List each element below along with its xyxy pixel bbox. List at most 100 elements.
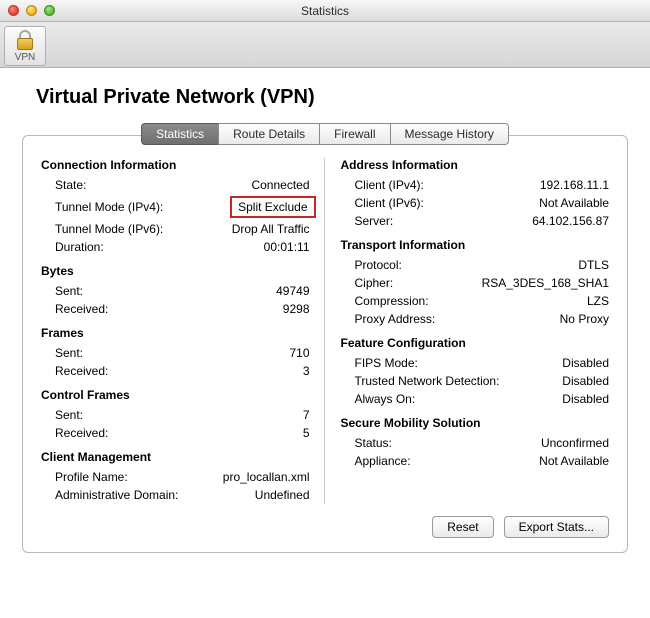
row-tunnel-ipv4: Tunnel Mode (IPv4): Split Exclude	[41, 194, 310, 220]
frames-sent-value: 710	[83, 346, 309, 360]
compression-label: Compression:	[341, 294, 429, 308]
row-protocol: Protocol: DTLS	[341, 256, 610, 274]
proxy-label: Proxy Address:	[341, 312, 436, 326]
row-state: State: Connected	[41, 176, 310, 194]
client-ipv4-value: 192.168.11.1	[424, 178, 609, 192]
tunnel-ipv6-value: Drop All Traffic	[163, 222, 309, 236]
protocol-label: Protocol:	[341, 258, 402, 272]
tab-route-details[interactable]: Route Details	[218, 123, 319, 145]
row-frames-received: Received: 3	[41, 362, 310, 380]
admin-domain-value: Undefined	[178, 488, 309, 502]
cframes-sent-label: Sent:	[41, 408, 83, 422]
section-frames: Frames	[41, 326, 310, 340]
export-stats-button[interactable]: Export Stats...	[504, 516, 609, 538]
window-title: Statistics	[0, 4, 650, 18]
row-client-ipv6: Client (IPv6): Not Available	[341, 194, 610, 212]
profile-name-value: pro_locallan.xml	[128, 470, 310, 484]
state-label: State:	[41, 178, 86, 192]
row-bytes-sent: Sent: 49749	[41, 282, 310, 300]
sm-status-value: Unconfirmed	[392, 436, 609, 450]
row-client-ipv4: Client (IPv4): 192.168.11.1	[341, 176, 610, 194]
frames-received-value: 3	[108, 364, 309, 378]
cframes-received-label: Received:	[41, 426, 108, 440]
sm-appliance-label: Appliance:	[341, 454, 411, 468]
server-value: 64.102.156.87	[393, 214, 609, 228]
row-tnd: Trusted Network Detection: Disabled	[341, 372, 610, 390]
cframes-received-value: 5	[108, 426, 309, 440]
row-cipher: Cipher: RSA_3DES_168_SHA1	[341, 274, 610, 292]
server-label: Server:	[341, 214, 394, 228]
minimize-button[interactable]	[26, 5, 37, 16]
tab-message-history[interactable]: Message History	[390, 123, 509, 145]
section-bytes: Bytes	[41, 264, 310, 278]
window-controls	[8, 5, 55, 16]
toolbar: VPN	[0, 22, 650, 68]
sm-appliance-value: Not Available	[411, 454, 609, 468]
row-frames-sent: Sent: 710	[41, 344, 310, 362]
vpn-toolbar-label: VPN	[15, 52, 36, 63]
row-sm-status: Status: Unconfirmed	[341, 434, 610, 452]
row-admin-domain: Administrative Domain: Undefined	[41, 486, 310, 504]
page-title: Virtual Private Network (VPN)	[36, 86, 628, 109]
fips-value: Disabled	[418, 356, 609, 370]
profile-name-label: Profile Name:	[41, 470, 128, 484]
section-control-frames: Control Frames	[41, 388, 310, 402]
cframes-sent-value: 7	[83, 408, 309, 422]
fips-label: FIPS Mode:	[341, 356, 418, 370]
tunnel-ipv4-value: Split Exclude	[163, 196, 309, 218]
tunnel-ipv4-label: Tunnel Mode (IPv4):	[41, 200, 163, 214]
vpn-toolbar-button[interactable]: VPN	[4, 26, 46, 66]
zoom-button[interactable]	[44, 5, 55, 16]
frames-received-label: Received:	[41, 364, 108, 378]
row-duration: Duration: 00:01:11	[41, 238, 310, 256]
tnd-label: Trusted Network Detection:	[341, 374, 500, 388]
row-bytes-received: Received: 9298	[41, 300, 310, 318]
row-always-on: Always On: Disabled	[341, 390, 610, 408]
close-button[interactable]	[8, 5, 19, 16]
tab-firewall[interactable]: Firewall	[319, 123, 389, 145]
sm-status-label: Status:	[341, 436, 392, 450]
row-sm-appliance: Appliance: Not Available	[341, 452, 610, 470]
bytes-received-label: Received:	[41, 302, 108, 316]
stats-panel: Connection Information State: Connected …	[22, 135, 628, 553]
duration-value: 00:01:11	[104, 240, 310, 254]
row-cframes-sent: Sent: 7	[41, 406, 310, 424]
admin-domain-label: Administrative Domain:	[41, 488, 178, 502]
button-row: Reset Export Stats...	[41, 516, 609, 538]
section-address-info: Address Information	[341, 158, 610, 172]
compression-value: LZS	[429, 294, 609, 308]
bytes-sent-value: 49749	[83, 284, 309, 298]
cipher-value: RSA_3DES_168_SHA1	[393, 276, 609, 290]
frames-sent-label: Sent:	[41, 346, 83, 360]
row-cframes-received: Received: 5	[41, 424, 310, 442]
always-on-label: Always On:	[341, 392, 416, 406]
lock-icon	[14, 29, 36, 51]
client-ipv6-label: Client (IPv6):	[341, 196, 424, 210]
tnd-value: Disabled	[499, 374, 609, 388]
bytes-sent-label: Sent:	[41, 284, 83, 298]
titlebar: Statistics	[0, 0, 650, 22]
tunnel-ipv4-highlight: Split Exclude	[230, 196, 315, 218]
row-proxy: Proxy Address: No Proxy	[341, 310, 610, 328]
always-on-value: Disabled	[415, 392, 609, 406]
row-tunnel-ipv6: Tunnel Mode (IPv6): Drop All Traffic	[41, 220, 310, 238]
duration-label: Duration:	[41, 240, 104, 254]
row-fips: FIPS Mode: Disabled	[341, 354, 610, 372]
tab-statistics[interactable]: Statistics	[141, 123, 218, 145]
section-connection-info: Connection Information	[41, 158, 310, 172]
protocol-value: DTLS	[402, 258, 609, 272]
bytes-received-value: 9298	[108, 302, 309, 316]
client-ipv4-label: Client (IPv4):	[341, 178, 424, 192]
cipher-label: Cipher:	[341, 276, 394, 290]
client-ipv6-value: Not Available	[424, 196, 609, 210]
section-client-mgmt: Client Management	[41, 450, 310, 464]
section-transport-info: Transport Information	[341, 238, 610, 252]
right-column: Address Information Client (IPv4): 192.1…	[324, 158, 610, 504]
reset-button[interactable]: Reset	[432, 516, 493, 538]
section-secure-mobility: Secure Mobility Solution	[341, 416, 610, 430]
row-compression: Compression: LZS	[341, 292, 610, 310]
section-feature-config: Feature Configuration	[341, 336, 610, 350]
tunnel-ipv6-label: Tunnel Mode (IPv6):	[41, 222, 163, 236]
row-server: Server: 64.102.156.87	[341, 212, 610, 230]
state-value: Connected	[86, 178, 309, 192]
